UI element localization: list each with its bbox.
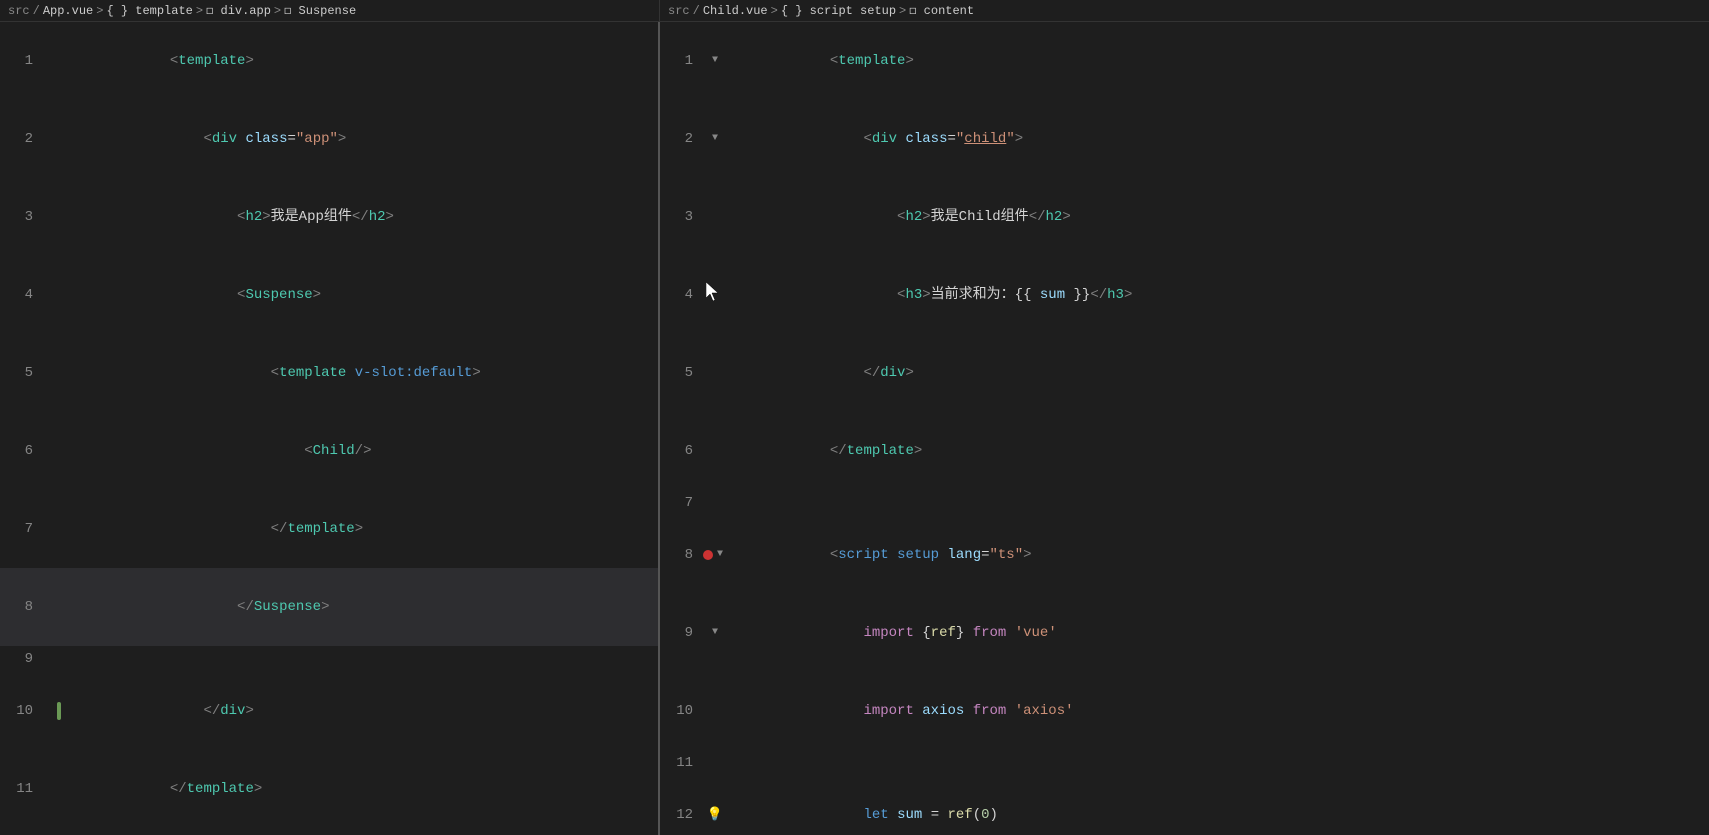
- left-code-content[interactable]: 1 <template> 2 <div class="app">: [0, 22, 658, 835]
- breadcrumb-scriptsetup: { } script setup: [781, 4, 896, 18]
- left-line-9: 9: [0, 646, 658, 672]
- breadcrumb-left: src / App.vue > { } template > ◻ div.app…: [0, 0, 660, 21]
- right-code-content[interactable]: 1 ▼ <template> 2 ▼ <div class="ch: [660, 22, 1709, 835]
- breadcrumb-right-src: src: [668, 4, 690, 18]
- left-line-7: 7 </template>: [0, 490, 658, 568]
- breadcrumb-bar: src / App.vue > { } template > ◻ div.app…: [0, 0, 1709, 22]
- collapse-btn-r2[interactable]: ▼: [712, 126, 718, 152]
- left-line-5: 5 <template v-slot:default>: [0, 334, 658, 412]
- lightbulb-r12[interactable]: 💡: [707, 802, 723, 828]
- right-line-7: 7: [660, 490, 1709, 516]
- left-line-1: 1 <template>: [0, 22, 658, 100]
- right-line-6: 6 </template>: [660, 412, 1709, 490]
- left-line-4: 4 <Suspense>: [0, 256, 658, 334]
- breakpoint-r8: [703, 550, 713, 560]
- collapse-btn-r9[interactable]: ▼: [712, 620, 718, 646]
- right-line-11: 11: [660, 750, 1709, 776]
- left-line-8: 8 </Suspense>: [0, 568, 658, 646]
- left-line-6: 6 <Child/>: [0, 412, 658, 490]
- left-pane: 1 <template> 2 <div class="app">: [0, 22, 660, 835]
- breadcrumb-appvue: App.vue: [43, 4, 93, 18]
- right-line-12: 12 💡 let sum = ref(0): [660, 776, 1709, 835]
- right-pane: 1 ▼ <template> 2 ▼ <div class="ch: [660, 22, 1709, 835]
- right-line-3: 3 <h2>我是Child组件</h2>: [660, 178, 1709, 256]
- right-line-8: 8 ▼ <script setup lang="ts">: [660, 516, 1709, 594]
- right-line-5: 5 </div>: [660, 334, 1709, 412]
- code-area: 1 <template> 2 <div class="app">: [0, 22, 1709, 835]
- left-line-3: 3 <h2>我是App组件</h2>: [0, 178, 658, 256]
- right-line-2: 2 ▼ <div class="child">: [660, 100, 1709, 178]
- right-line-4: 4 <h3>当前求和为：{{ sum }}</h3>: [660, 256, 1709, 334]
- breadcrumb-left-text: src: [8, 4, 30, 18]
- collapse-btn-r8[interactable]: ▼: [717, 542, 723, 568]
- breadcrumb-divapp: ◻ div.app: [206, 3, 271, 18]
- breadcrumb-right: src / Child.vue > { } script setup > ◻ c…: [660, 0, 1709, 21]
- right-line-9: 9 ▼ import {ref} from 'vue': [660, 594, 1709, 672]
- left-line-10: 10 </div>: [0, 672, 658, 750]
- left-line-2: 2 <div class="app">: [0, 100, 658, 178]
- breadcrumb-template1: { } template: [106, 4, 192, 18]
- editor-container: src / App.vue > { } template > ◻ div.app…: [0, 0, 1709, 835]
- breadcrumb-childvue: Child.vue: [703, 4, 768, 18]
- collapse-btn-r1[interactable]: ▼: [712, 48, 718, 74]
- breadcrumb-content: ◻ content: [909, 3, 974, 18]
- left-line-12: 12: [0, 828, 658, 835]
- left-line-11: 11 </template>: [0, 750, 658, 828]
- right-line-10: 10 import axios from 'axios': [660, 672, 1709, 750]
- breadcrumb-suspense: ◻ Suspense: [284, 3, 356, 18]
- right-line-1: 1 ▼ <template>: [660, 22, 1709, 100]
